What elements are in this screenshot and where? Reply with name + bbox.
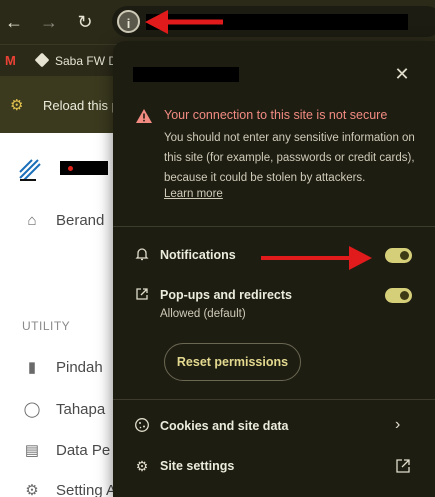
bookmark-gmail[interactable]: M	[5, 51, 16, 71]
divider	[113, 226, 435, 227]
nav-item-label: Tahapa	[56, 401, 106, 418]
gear-icon: ⚙	[25, 482, 39, 497]
nav-item-label: Pindah	[56, 359, 103, 376]
popups-toggle[interactable]	[385, 288, 412, 303]
nav-item-beranda[interactable]: ⌂ Berand	[22, 209, 104, 233]
warning-description: You should not enter any sensitive infor…	[164, 132, 415, 184]
section-label-utility: UTILITY	[22, 319, 71, 333]
learn-more-link[interactable]: Learn more	[164, 188, 223, 200]
site-info-popup: ✕ Your connection to this site is not se…	[113, 41, 435, 497]
popups-sub: Allowed (default)	[160, 308, 246, 320]
popups-label: Pop-ups and redirects	[160, 288, 292, 302]
reset-permissions-button[interactable]: Reset permissions	[164, 343, 301, 381]
logo-dot	[68, 166, 73, 171]
site-settings-label[interactable]: Site settings	[160, 459, 234, 473]
gear-icon: ⚙	[135, 458, 149, 474]
infobar-text: Reload this p	[43, 98, 119, 113]
home-icon: ⌂	[27, 212, 37, 229]
gear-icon: ⚙	[10, 97, 24, 114]
divider	[113, 399, 435, 400]
open-external-icon[interactable]	[395, 458, 411, 474]
external-window-icon	[133, 286, 151, 304]
cookies-label[interactable]: Cookies and site data	[160, 419, 289, 433]
cookie-icon	[133, 417, 151, 435]
bookmark-label: Saba FW D	[55, 54, 118, 68]
gmail-icon: M	[5, 53, 16, 68]
arrow-left-icon[interactable]: ←	[2, 10, 26, 34]
warning-title: Your connection to this site is not secu…	[164, 108, 388, 122]
database-icon: ▤	[24, 442, 40, 459]
saba-icon	[34, 52, 50, 68]
notifications-label: Notifications	[160, 248, 236, 262]
warning-triangle-icon	[136, 109, 152, 123]
close-icon[interactable]: ✕	[392, 64, 412, 84]
browser-toolbar: ← → ↻ i	[0, 0, 435, 44]
url-redacted	[146, 14, 408, 30]
popup-title-redacted	[133, 67, 239, 82]
bar-chart-icon: ▮	[27, 359, 37, 376]
reload-icon[interactable]: ↻	[73, 10, 97, 34]
chevron-right-icon[interactable]: ›	[395, 416, 400, 434]
site-logo-icon	[19, 159, 41, 181]
nav-item-tahapan[interactable]: ◯ Tahapa	[22, 398, 106, 422]
notifications-toggle[interactable]	[385, 248, 412, 263]
arrow-right-icon[interactable]: →	[37, 10, 61, 34]
bookmark-saba[interactable]: Saba FW D	[34, 51, 118, 71]
info-icon[interactable]: i	[117, 10, 140, 33]
nav-item-pindah[interactable]: ▮ Pindah	[22, 356, 103, 380]
nav-item-data[interactable]: ▤ Data Pe	[22, 439, 110, 463]
bell-icon	[133, 246, 151, 264]
nav-item-label: Data Pe	[56, 442, 111, 459]
circle-icon: ◯	[23, 401, 41, 418]
nav-item-label: Berand	[56, 212, 105, 229]
